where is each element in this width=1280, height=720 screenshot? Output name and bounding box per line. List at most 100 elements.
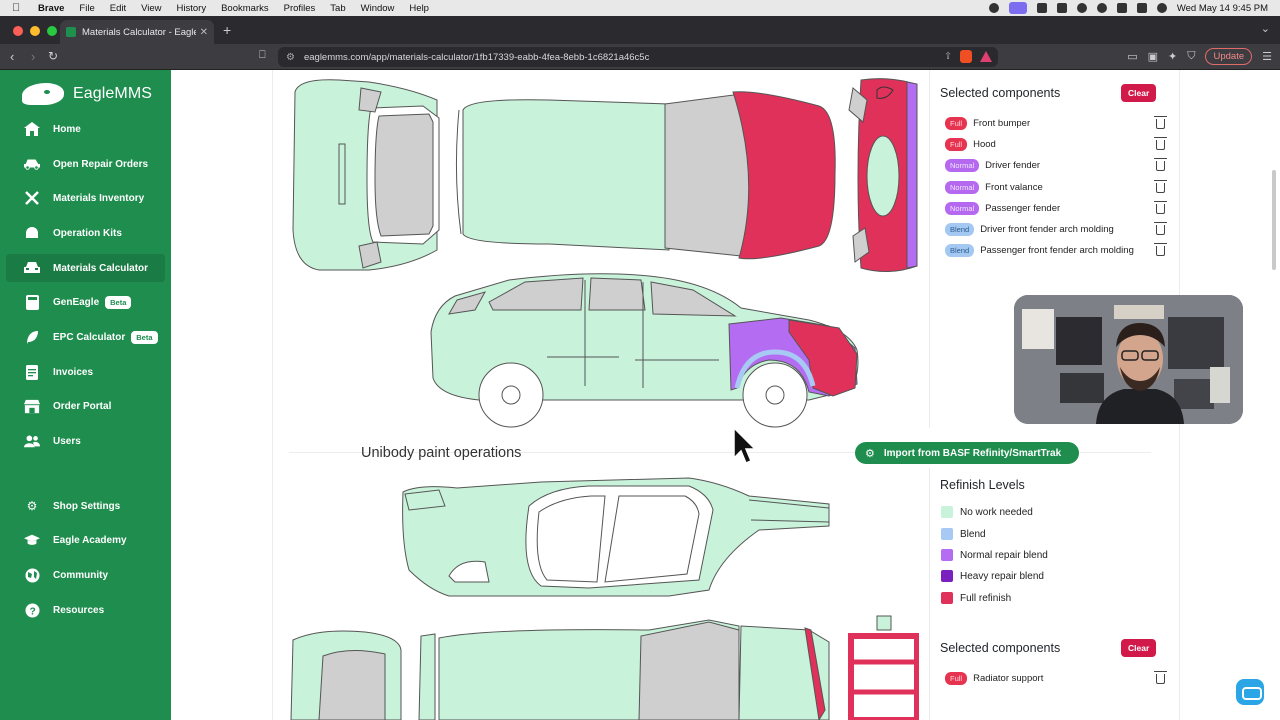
sidebar-item-epc-calculator[interactable]: EPC Calculator Beta	[6, 323, 165, 351]
sidebar-item-label: Eagle Academy	[53, 534, 127, 546]
control-center-icon[interactable]	[1136, 3, 1147, 13]
record-icon[interactable]	[988, 3, 999, 13]
sidebar-item-shop-settings[interactable]: ⚙ Shop Settings	[6, 492, 165, 520]
menu-history[interactable]: History	[177, 3, 207, 14]
update-button[interactable]: Update	[1205, 48, 1253, 65]
trash-icon[interactable]	[1154, 115, 1167, 129]
page-scrollbar[interactable]	[1272, 170, 1276, 270]
url-text[interactable]: eaglemms.com/app/materials-calculator/1f…	[304, 52, 649, 63]
sidebar-item-open-repair-orders[interactable]: Open Repair Orders	[6, 150, 165, 178]
menu-app[interactable]: Brave	[38, 3, 64, 14]
trash-icon[interactable]	[1154, 136, 1167, 150]
component-row: Full Radiator support	[945, 670, 1167, 685]
sidebar-item-resources[interactable]: ? Resources	[6, 596, 165, 624]
import-basf-button[interactable]: ⚙ Import from BASF Refinity/SmartTrak	[855, 442, 1079, 464]
sidebar-item-geneagle[interactable]: GenEagle Beta	[6, 288, 165, 316]
support-chat-icon[interactable]	[1236, 679, 1264, 705]
forward-icon[interactable]: ›	[31, 49, 35, 64]
webcam-person-image	[1014, 295, 1243, 424]
sidebar-item-materials-inventory[interactable]: Materials Inventory	[6, 184, 165, 212]
menu-tab[interactable]: Tab	[330, 3, 345, 14]
top-clear-button[interactable]: Clear	[1121, 84, 1157, 102]
brand-logo[interactable]: EagleMMS	[22, 83, 152, 105]
sidebar-item-order-portal[interactable]: Order Portal	[6, 392, 165, 420]
sidebar-item-materials-calculator[interactable]: Materials Calculator	[6, 254, 165, 282]
address-bar-actions: ⇪	[944, 50, 992, 63]
front-bumper-view[interactable]	[848, 78, 918, 272]
play-icon[interactable]	[1076, 3, 1087, 13]
wallet-icon[interactable]: ▣	[1148, 50, 1158, 63]
sidebar-item-label: Materials Calculator	[53, 262, 149, 274]
leo-ai-icon[interactable]: ✦	[1168, 50, 1177, 63]
tools-icon	[24, 191, 40, 205]
level-badge: Normal	[945, 202, 980, 215]
users-icon	[24, 434, 40, 448]
back-icon[interactable]: ‹	[10, 49, 14, 64]
vpn-icon[interactable]: ⛉	[1187, 50, 1195, 63]
browser-tab[interactable]: Materials Calculator - EagleM ✕	[60, 20, 214, 44]
maximize-window-icon[interactable]	[47, 26, 57, 36]
level-badge: Normal	[945, 159, 980, 172]
leaf-icon	[24, 330, 40, 344]
menu-icon[interactable]: ☰	[1262, 50, 1272, 63]
brave-shields-icon[interactable]	[960, 50, 972, 63]
apple-icon[interactable]: 	[12, 2, 26, 14]
sidebar-item-eagle-academy[interactable]: Eagle Academy	[6, 526, 165, 554]
level-badge: Full	[945, 138, 968, 151]
wifi-icon[interactable]	[1096, 3, 1107, 13]
trash-icon[interactable]	[1154, 242, 1167, 256]
minimize-window-icon[interactable]	[30, 26, 40, 36]
site-settings-icon[interactable]: ⚙	[286, 52, 295, 63]
unibody-side-view[interactable]	[402, 477, 830, 597]
sidebar-item-users[interactable]: Users	[6, 427, 165, 455]
trash-icon[interactable]	[1154, 179, 1167, 193]
trash-icon[interactable]	[1154, 670, 1167, 684]
legend-normal-repair: Normal repair blend	[941, 549, 1048, 561]
menu-help[interactable]: Help	[409, 3, 429, 14]
battery-icon[interactable]	[1056, 3, 1067, 13]
close-tab-icon[interactable]: ✕	[200, 27, 208, 38]
siri-icon[interactable]	[1156, 3, 1167, 13]
close-window-icon[interactable]	[13, 26, 23, 36]
code-icon[interactable]	[1036, 3, 1047, 13]
sidebar-item-label: GenEagle	[53, 296, 100, 308]
beta-badge: Beta	[105, 295, 132, 309]
roof-hood-top-view[interactable]	[455, 91, 836, 260]
unibody-bottom-views[interactable]	[290, 615, 919, 720]
sidebar-item-community[interactable]: Community	[6, 561, 165, 589]
side-view-group[interactable]	[430, 273, 859, 428]
sidebar-item-invoices[interactable]: Invoices	[6, 358, 165, 386]
component-name: Front valance	[985, 182, 1043, 193]
sidebar-item-label: Shop Settings	[53, 500, 121, 512]
bookmark-icon[interactable]: ⎕	[259, 49, 266, 62]
bottom-selected-components-title: Selected components	[940, 641, 1061, 655]
macos-menubar:  Brave File Edit View History Bookmarks…	[0, 0, 1280, 16]
address-bar[interactable]: ⚙ eaglemms.com/app/materials-calculator/…	[278, 47, 998, 67]
keyboard-icon[interactable]	[1116, 3, 1127, 13]
menubar-clock[interactable]: Wed May 14 9:45 PM	[1177, 3, 1268, 14]
menu-file[interactable]: File	[79, 3, 94, 14]
rear-panel-group[interactable]	[292, 79, 440, 271]
reload-icon[interactable]: ↻	[48, 49, 58, 63]
gear-icon: ⚙	[26, 499, 38, 513]
menu-edit[interactable]: Edit	[110, 3, 126, 14]
menu-window[interactable]: Window	[361, 3, 395, 14]
bottom-clear-button[interactable]: Clear	[1121, 639, 1157, 657]
brave-rewards-icon[interactable]	[980, 51, 992, 62]
new-tab-icon[interactable]: +	[223, 22, 231, 38]
trash-icon[interactable]	[1154, 157, 1167, 171]
component-row: Blend Passenger front fender arch moldin…	[945, 242, 1167, 257]
sidebar-item-home[interactable]: Home	[6, 115, 165, 143]
sidebar-toggle-icon[interactable]: ▭	[1127, 50, 1137, 63]
component-row: Blend Driver front fender arch molding	[945, 221, 1167, 236]
share-icon[interactable]: ⇪	[944, 51, 952, 62]
trash-icon[interactable]	[1154, 200, 1167, 214]
menu-view[interactable]: View	[141, 3, 161, 14]
trash-icon[interactable]	[1154, 221, 1167, 235]
screen-share-icon[interactable]	[1008, 2, 1027, 14]
menu-profiles[interactable]: Profiles	[284, 3, 316, 14]
sidebar-item-operation-kits[interactable]: Operation Kits	[6, 219, 165, 247]
browser-toolbar: ‹ › ↻ ⎕ ⚙ eaglemms.com/app/materials-cal…	[0, 44, 1280, 70]
tab-list-chevron-icon[interactable]: ⌄	[1261, 22, 1270, 35]
menu-bookmarks[interactable]: Bookmarks	[221, 3, 269, 14]
